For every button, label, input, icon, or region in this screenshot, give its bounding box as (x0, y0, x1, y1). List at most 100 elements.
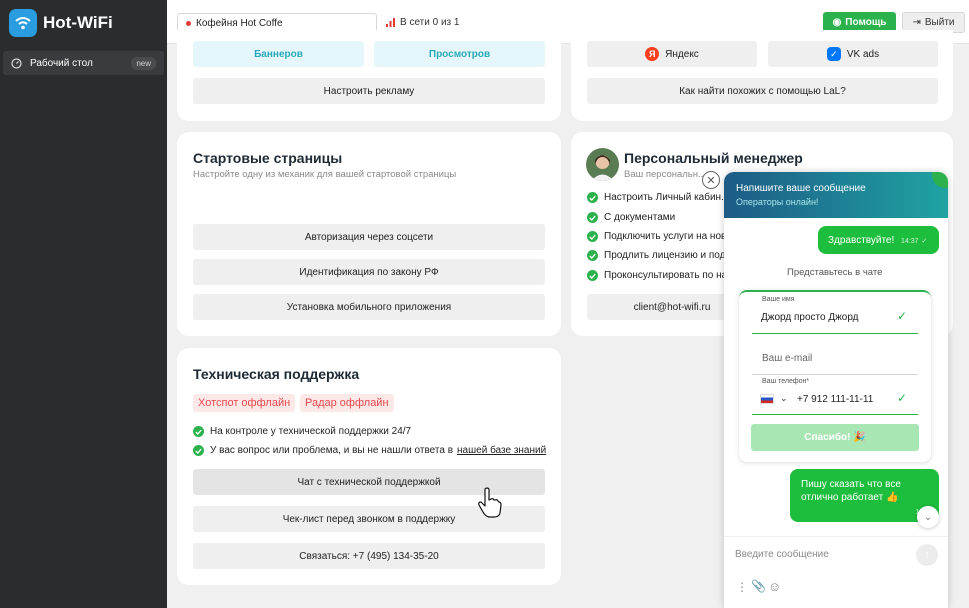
chat-widget: Напишите ваше сообщение Операторы онлайн… (724, 172, 948, 608)
country-select[interactable]: ⌄ (760, 393, 788, 404)
yandex-button[interactable]: Я Яндекс (587, 41, 757, 67)
sidebar-item-dashboard[interactable]: Рабочий стол new (3, 51, 164, 75)
message-text: Пишу сказать что все отлично работает 👍 (801, 479, 901, 503)
greeting-time: 14:37 (901, 238, 919, 245)
logo[interactable]: Hot-WiFi (9, 9, 113, 37)
start-pages-subtitle: Настройте одну из механик для вашей стар… (193, 169, 457, 180)
support-card: Техническая поддержка Хотспот оффлайн Ра… (177, 348, 561, 585)
vk-ads-icon: ✓ (826, 47, 841, 61)
chat-header-subtitle: Операторы онлайн! (736, 197, 819, 207)
help-label: Помощь (845, 17, 887, 28)
email-underline (752, 374, 918, 375)
signal-icon (386, 18, 395, 27)
phone-valid-icon: ✓ (897, 391, 908, 405)
help-icon: ◉ (832, 17, 842, 28)
lal-button[interactable]: Как найти похожих с помощью LaL? (587, 78, 938, 104)
support-item-text: У вас вопрос или проблема, и вы не нашли… (210, 445, 454, 456)
russia-flag-icon (760, 393, 774, 404)
contact-phone-button[interactable]: Связаться: +7 (495) 134-35-20 (193, 543, 545, 569)
check-icon (587, 192, 598, 203)
scroll-down-button[interactable]: ⌄ (917, 506, 939, 528)
banners-label: Баннеров (254, 48, 303, 60)
chevron-down-icon: ⌄ (923, 511, 933, 523)
emoji-icon[interactable]: ☺ (768, 579, 781, 594)
ads-card: Баннеров Просмотров Настроить рекламу (177, 30, 561, 121)
new-badge: new (131, 56, 156, 70)
configure-ads-button[interactable]: Настроить рекламу (193, 78, 545, 104)
check-icon (587, 250, 598, 261)
name-underline (752, 333, 918, 334)
more-menu-icon[interactable]: ⋮ (736, 580, 748, 594)
send-button[interactable]: ↑ (916, 544, 938, 566)
manager-item-text: Подключить услуги на нов... (604, 231, 735, 242)
manager-item-text: С документами (604, 212, 676, 223)
hotspot-offline-tag: Хотспот оффлайн (193, 394, 296, 412)
lal-label: Как найти похожих с помощью LaL? (679, 85, 846, 97)
logo-text: Hot-WiFi (43, 13, 113, 32)
social-auth-label: Авторизация через соцсети (304, 231, 434, 243)
intro-text: Представьтесь в чате (787, 267, 883, 278)
online-status: В сети 0 из 1 (386, 17, 459, 28)
attach-icon[interactable]: 📎 (751, 579, 766, 593)
checklist-label: Чек-лист перед звонком в поддержку (282, 513, 456, 525)
divider (724, 536, 948, 537)
intro-form: Ваше имя Джорд просто Джорд ✓ Ваш e-mail… (739, 290, 931, 462)
mobile-app-button[interactable]: Установка мобильного приложения (193, 294, 545, 320)
send-arrow-icon: ↑ (924, 549, 930, 561)
configure-ads-label: Настроить рекламу (323, 85, 415, 97)
mobile-app-label: Установка мобильного приложения (286, 301, 452, 313)
views-label: Просмотров (428, 48, 491, 60)
venue-name: Кофейня Hot Coffe (196, 17, 283, 29)
knowledge-base-link[interactable]: нашей базе знаний (457, 445, 546, 456)
close-chat-button[interactable]: ✕ (702, 171, 720, 189)
phone-label: Ваш телефон* (762, 378, 810, 385)
banners-button[interactable]: Баннеров (193, 41, 364, 67)
manager-title: Персональный менеджер (624, 150, 803, 166)
manager-item-text: Продлить лицензию и под... (604, 250, 734, 261)
exit-icon: ⇥ (912, 17, 921, 28)
vk-ads-button[interactable]: ✓ VK ads (768, 41, 938, 67)
check-icon (193, 445, 204, 456)
thanks-button[interactable]: Спасибо! 🎉 (751, 424, 919, 451)
wifi-icon (9, 9, 37, 37)
social-auth-button[interactable]: Авторизация через соцсети (193, 224, 545, 250)
sidebar: Hot-WiFi Рабочий стол new (0, 0, 167, 608)
yandex-label: Яндекс (665, 48, 699, 60)
vk-ads-label: VK ads (846, 48, 880, 60)
sidebar-item-label: Рабочий стол (30, 57, 93, 69)
chat-header: Напишите ваше сообщение Операторы онлайн… (724, 172, 948, 218)
name-input[interactable]: Джорд просто Джорд (761, 312, 859, 323)
check-icon (587, 212, 598, 223)
name-label: Ваше имя (762, 296, 795, 303)
views-button[interactable]: Просмотров (374, 41, 545, 67)
name-valid-icon: ✓ (897, 309, 908, 323)
support-item: На контроле у технической поддержки 24/7 (193, 426, 411, 437)
greeting-bubble: Здравствуйте! 14:37 ✓ (818, 226, 939, 254)
check-icon (193, 426, 204, 437)
phone-underline (752, 414, 918, 415)
manager-item: С документами (587, 212, 675, 223)
contact-phone-label: Связаться: +7 (495) 134-35-20 (299, 550, 439, 562)
check-icon (587, 270, 598, 281)
phone-input[interactable]: +7 912 111-11-11 (797, 394, 873, 405)
manager-item: Продлить лицензию и под... (587, 250, 734, 261)
manager-item: Подключить услуги на нов... (587, 231, 735, 242)
check-icon (587, 231, 598, 242)
manager-item-text: Проконсультировать по на... (604, 270, 736, 281)
manager-subtitle: Ваш персональн... (624, 169, 706, 180)
start-pages-card: Стартовые страницы Настройте одну из мех… (177, 132, 561, 336)
manager-email: client@hot-wifi.ru (633, 301, 711, 313)
support-title: Техническая поддержка (193, 366, 360, 382)
online-status-text: В сети 0 из 1 (400, 17, 460, 28)
close-icon: ✕ (706, 174, 716, 187)
chat-header-title: Напишите ваше сообщение (736, 183, 866, 194)
identification-label: Идентификация по закону РФ (299, 266, 439, 278)
identification-button[interactable]: Идентификация по закону РФ (193, 259, 545, 285)
hand-cursor-icon (478, 487, 502, 518)
manager-item: Настроить Личный кабин... (587, 192, 729, 203)
message-input[interactable]: Введите сообщение (735, 549, 829, 560)
email-field[interactable]: Ваш e-mail (762, 353, 812, 364)
status-dot (186, 20, 191, 26)
manager-item: Проконсультировать по на... (587, 270, 736, 281)
radar-offline-tag: Радар оффлайн (300, 394, 394, 412)
